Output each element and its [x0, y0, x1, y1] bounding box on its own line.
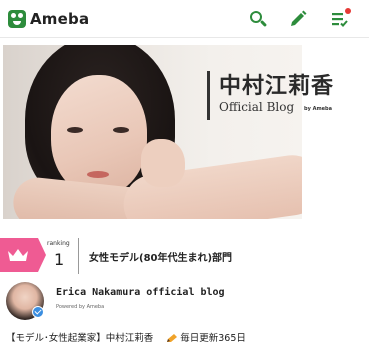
portrait-face	[51, 75, 147, 195]
feed-list-icon[interactable]	[330, 8, 351, 29]
powered-by-label: Powered by Ameba	[56, 304, 105, 310]
blog-description: 【モデル･女性起業家】中村江莉香 毎日更新365日	[6, 330, 246, 344]
ameba-logo-icon	[8, 10, 26, 28]
ranking-number: 1	[54, 250, 65, 269]
blog-subtitle: Official Blog	[219, 100, 295, 114]
blog-title: 中村江莉香	[219, 73, 335, 99]
pencil-emoji-icon	[167, 334, 178, 342]
portrait-hand	[141, 139, 185, 187]
profile-blog-name[interactable]: Erica Nakamura official blog	[56, 287, 225, 298]
ranking-divider	[78, 238, 79, 274]
notification-dot	[345, 8, 351, 14]
crown-icon	[8, 249, 28, 261]
pencil-icon[interactable]	[288, 9, 308, 29]
ranking-label: ranking	[47, 240, 70, 247]
by-ameba-label: by Ameba	[304, 106, 333, 112]
logo-text: Ameba	[30, 10, 90, 28]
ranking-badge	[0, 238, 46, 272]
ameba-logo[interactable]: Ameba	[8, 8, 89, 30]
app-header: Ameba	[0, 0, 369, 38]
description-update-text: 毎日更新365日	[180, 333, 246, 344]
ranking-category-link[interactable]: 女性モデル(80年代生まれ)部門	[89, 249, 232, 264]
description-title: 【モデル･女性起業家】中村江莉香	[6, 333, 154, 344]
verified-badge-icon	[32, 306, 44, 318]
search-icon[interactable]	[248, 9, 268, 29]
title-divider	[207, 71, 210, 120]
